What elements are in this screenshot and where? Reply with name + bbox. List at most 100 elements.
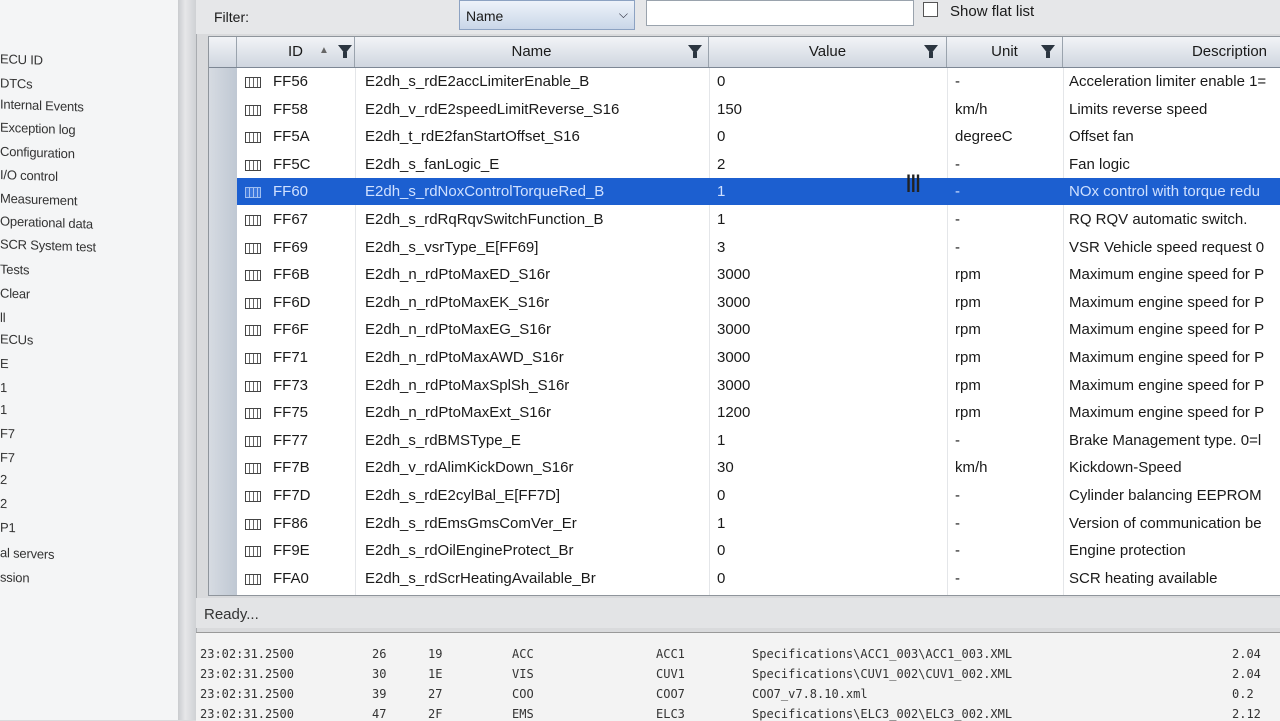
- cell-value[interactable]: 2: [717, 156, 937, 173]
- table-row[interactable]: FF5A E2dh_t_rdE2fanStartOffset_S16 0 degree…: [237, 123, 1280, 150]
- navigation-tree[interactable]: ECU ID DTCs Internal Events Exception log Co…: [0, 0, 179, 720]
- parameter-icon: [245, 215, 261, 226]
- nav-item[interactable]: Configuration: [0, 144, 75, 162]
- table-row[interactable]: FF6F E2dh_n_rdPtoMaxEG_S16r 3000 rpm Maximum…: [237, 316, 1280, 343]
- cell-name: E2dh_n_rdPtoMaxEK_S16r: [365, 293, 550, 311]
- cell-unit: km/h: [955, 459, 988, 477]
- nav-item[interactable]: al servers: [0, 545, 54, 562]
- cell-value[interactable]: 1: [717, 211, 937, 228]
- nav-item[interactable]: ssion: [0, 569, 29, 585]
- nav-item[interactable]: ECU ID: [0, 51, 43, 67]
- nav-item[interactable]: 1: [0, 380, 7, 395]
- log-field-ver: 2.12: [1232, 707, 1261, 721]
- filter-funnel-icon[interactable]: [338, 45, 352, 58]
- table-row[interactable]: FF6D E2dh_n_rdPtoMaxEK_S16r 3000 rpm Maximum…: [237, 289, 1280, 316]
- table-row[interactable]: FF71 E2dh_n_rdPtoMaxAWD_S16r 3000 rpm Maximu…: [237, 344, 1280, 371]
- cell-value[interactable]: 1: [717, 183, 937, 200]
- nav-item[interactable]: F7: [0, 450, 15, 466]
- nav-item[interactable]: ECUs: [0, 331, 33, 347]
- nav-item[interactable]: E: [0, 356, 8, 371]
- cell-value[interactable]: 3000: [717, 349, 937, 366]
- cell-name: E2dh_s_rdNoxControlTorqueRed_B: [365, 183, 605, 201]
- filter-funnel-icon[interactable]: [688, 45, 702, 58]
- log-field-time: 23:02:31.2500: [200, 647, 294, 661]
- panel-splitter[interactable]: [178, 0, 197, 720]
- filter-funnel-icon[interactable]: [924, 45, 938, 58]
- log-field-ecu: ELC3: [656, 707, 685, 721]
- cell-id: FF86: [273, 514, 309, 532]
- table-row[interactable]: FF69 E2dh_s_vsrType_E[FF69] 3 - VSR Vehicle …: [237, 234, 1280, 261]
- cell-value[interactable]: 0: [717, 128, 937, 145]
- nav-item[interactable]: Clear: [0, 285, 30, 301]
- table-row[interactable]: FF75 E2dh_n_rdPtoMaxExt_S16r 1200 rpm Maximu…: [237, 399, 1280, 426]
- nav-item[interactable]: P1: [0, 520, 16, 536]
- parameter-icon: [245, 270, 261, 282]
- cell-name: E2dh_n_rdPtoMaxED_S16r: [365, 266, 551, 284]
- log-field-code: EMS: [512, 707, 534, 721]
- cell-value[interactable]: 3000: [717, 294, 937, 311]
- table-row[interactable]: FF67 E2dh_s_rdRqRqvSwitchFunction_B 1 - RQ R…: [237, 206, 1280, 233]
- cell-value[interactable]: 30: [717, 459, 937, 476]
- filter-text-input[interactable]: [646, 0, 914, 26]
- table-row[interactable]: FF73 E2dh_n_rdPtoMaxSplSh_S16r 3000 rpm Maxi…: [237, 372, 1280, 399]
- cell-value[interactable]: 3000: [717, 321, 937, 338]
- cell-description: VSR Vehicle speed request 0: [1069, 238, 1265, 256]
- show-flat-list-checkbox[interactable]: [923, 2, 938, 17]
- cell-value[interactable]: 150: [717, 101, 937, 118]
- table-row[interactable]: FF77 E2dh_s_rdBMSType_E 1 - Brake Management…: [237, 427, 1280, 454]
- table-row[interactable]: FF9E E2dh_s_rdOilEngineProtect_Br 0 - Engine…: [237, 537, 1280, 564]
- cell-value[interactable]: 1: [717, 432, 937, 449]
- cell-name: E2dh_s_rdOilEngineProtect_Br: [365, 542, 574, 560]
- table-row[interactable]: FF56 E2dh_s_rdE2accLimiterEnable_B 0 - Accel…: [237, 68, 1280, 95]
- table-row[interactable]: FF5C E2dh_s_fanLogic_E 2 - Fan logic: [237, 151, 1280, 178]
- nav-item[interactable]: 2: [0, 496, 7, 511]
- parameter-icon: [245, 77, 261, 88]
- log-field-time: 23:02:31.2500: [200, 687, 294, 701]
- cell-description: SCR heating available: [1069, 569, 1218, 587]
- column-header-name[interactable]: Name: [355, 37, 709, 67]
- nav-item[interactable]: Internal Events: [0, 97, 84, 115]
- nav-item[interactable]: DTCs: [0, 75, 32, 91]
- cell-value[interactable]: 3: [717, 239, 937, 256]
- nav-item[interactable]: 2: [0, 472, 7, 487]
- log-field-time: 23:02:31.2500: [200, 667, 294, 681]
- filter-funnel-icon[interactable]: [1041, 45, 1055, 58]
- column-header-value[interactable]: Value: [709, 37, 947, 67]
- parameter-icon: [245, 242, 261, 254]
- table-row[interactable]: FF86 E2dh_s_rdEmsGmsComVer_Er 1 - Version of…: [237, 510, 1280, 537]
- cell-value[interactable]: 0: [717, 570, 937, 587]
- table-row[interactable]: FF7B E2dh_v_rdAlimKickDown_S16r 30 km/h Kick…: [237, 454, 1280, 481]
- cell-value[interactable]: 3000: [717, 266, 937, 283]
- cell-value[interactable]: 3000: [717, 377, 937, 394]
- table-row[interactable]: FF6B E2dh_n_rdPtoMaxED_S16r 3000 rpm Maximum…: [237, 261, 1280, 288]
- nav-item[interactable]: ll: [0, 310, 5, 325]
- log-field-b: 27: [428, 687, 443, 701]
- column-header-description[interactable]: Description: [1063, 37, 1280, 67]
- nav-item[interactable]: Tests: [0, 261, 29, 277]
- table-row[interactable]: FF60 E2dh_s_rdNoxControlTorqueRed_B 1 - NOx …: [237, 178, 1280, 206]
- cell-value[interactable]: 1200: [717, 404, 937, 421]
- cell-value[interactable]: 0: [717, 73, 937, 90]
- column-header-id[interactable]: ID ▲: [237, 37, 355, 67]
- nav-item[interactable]: Measurement: [0, 191, 77, 209]
- nav-item[interactable]: I/O control: [0, 167, 58, 184]
- log-field-code: ACC: [512, 647, 534, 661]
- nav-item[interactable]: SCR System test: [0, 236, 96, 254]
- nav-item[interactable]: Exception log: [0, 120, 75, 138]
- row-header-corner: [209, 37, 237, 67]
- nav-item[interactable]: F7: [0, 426, 15, 442]
- filter-field-select[interactable]: Name ⌵: [459, 0, 635, 30]
- table-row[interactable]: FFA0 E2dh_s_rdScrHeatingAvailable_Br 0 - SCR…: [237, 565, 1280, 592]
- cell-value[interactable]: 0: [717, 487, 937, 504]
- log-panel[interactable]: 23:02:31.2500 26 19 ACC ACC1 Specifications\A…: [196, 632, 1280, 721]
- cell-id: FF9E: [273, 542, 310, 560]
- cell-value[interactable]: 0: [717, 542, 937, 559]
- nav-item[interactable]: Operational data: [0, 213, 93, 231]
- log-field-path: Specifications\ACC1_003\ACC1_003.XML: [752, 647, 1013, 661]
- cell-value[interactable]: 1: [717, 515, 937, 532]
- table-row[interactable]: FF7D E2dh_s_rdE2cylBal_E[FF7D] 0 - Cylinder …: [237, 482, 1280, 509]
- nav-item[interactable]: 1: [0, 402, 7, 417]
- log-field-ecu: ACC1: [656, 647, 685, 661]
- table-row[interactable]: FF58 E2dh_v_rdE2speedLimitReverse_S16 150 k…: [237, 96, 1280, 123]
- column-header-unit[interactable]: Unit: [947, 37, 1063, 67]
